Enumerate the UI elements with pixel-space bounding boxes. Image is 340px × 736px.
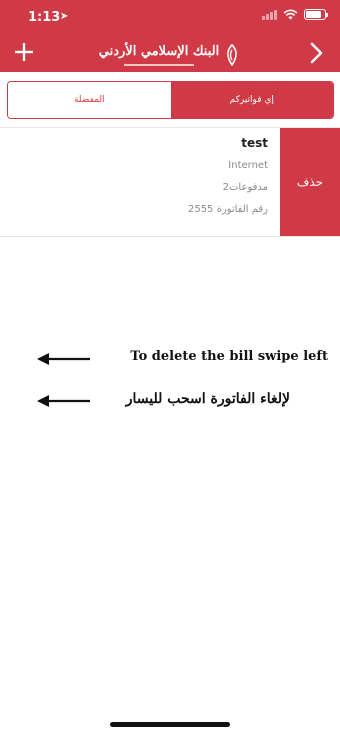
bank-brand: البنك الإسلامي الأردني [92, 40, 248, 70]
plus-icon[interactable] [10, 38, 38, 66]
bank-logo-icon [227, 44, 238, 66]
bills-segmented-control: المفضلة إي فواتيركم [7, 81, 334, 119]
arrow-left-icon [37, 395, 90, 407]
battery-level [306, 11, 322, 18]
app-header: 1:13 ➤ البنك الإسلامي الأردني [0, 0, 340, 72]
instruction-english-text: To delete the bill swipe left [130, 349, 328, 364]
status-bar: 1:13 ➤ [0, 0, 340, 34]
instruction-arabic: لإلغاء الفاتورة اسحب لليسار [36, 389, 336, 413]
instruction-arabic-text: لإلغاء الفاتورة اسحب لليسار [125, 391, 290, 407]
bill-number: رقم الفاتورة 2555 [187, 204, 268, 215]
bill-info[interactable]: test Internet مدفوعات2 رقم الفاتورة 2555 [0, 128, 280, 236]
tab-my-bills[interactable]: إي فواتيركم [170, 82, 333, 118]
status-icons [262, 9, 328, 20]
location-arrow-icon: ➤ [60, 11, 69, 22]
brand-subline [123, 64, 194, 66]
battery-icon [304, 9, 328, 20]
bill-title: test [241, 136, 268, 150]
brand-text: البنك الإسلامي الأردني [99, 44, 219, 66]
delete-button[interactable]: حذف [280, 128, 340, 236]
brand-name: البنك الإسلامي الأردني [98, 44, 220, 59]
arrow-left-icon [37, 353, 90, 365]
status-time: 1:13 [28, 10, 61, 25]
wifi-icon [283, 9, 298, 20]
cellular-signal-icon [262, 9, 277, 20]
instruction-english: To delete the bill swipe left [36, 347, 336, 371]
home-indicator[interactable] [110, 722, 230, 727]
bill-category: Internet [228, 160, 268, 171]
bill-payments: مدفوعات2 [222, 182, 268, 193]
chevron-right-icon[interactable] [306, 40, 326, 66]
bill-row[interactable]: test Internet مدفوعات2 رقم الفاتورة 2555… [0, 127, 340, 237]
tab-favorites[interactable]: المفضلة [8, 82, 171, 118]
